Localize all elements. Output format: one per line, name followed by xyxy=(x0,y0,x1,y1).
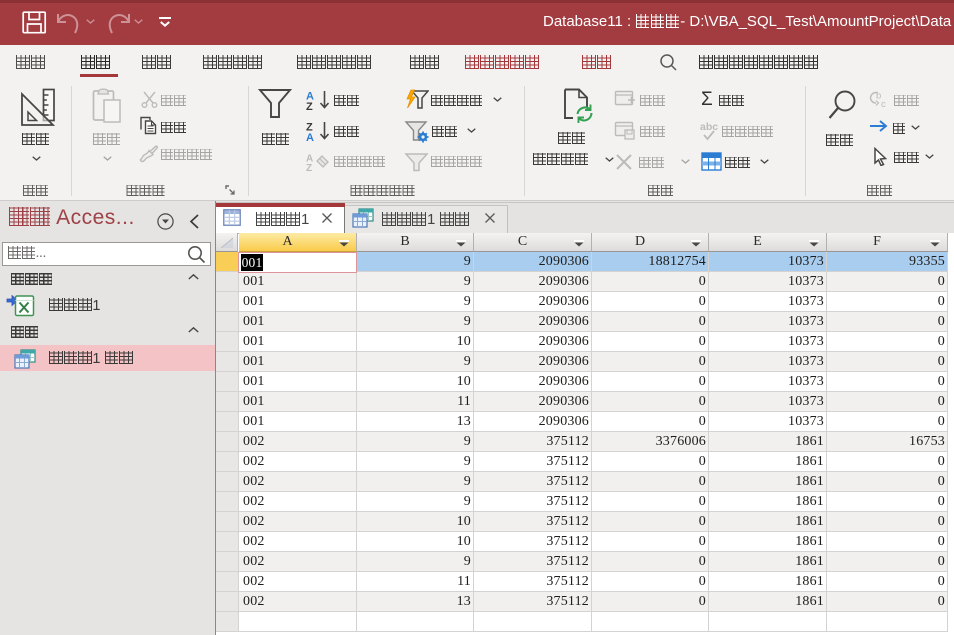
svg-text:abc: abc xyxy=(700,121,718,133)
svg-text:Z: Z xyxy=(306,101,313,111)
svg-text:A: A xyxy=(306,132,314,142)
svg-text:c: c xyxy=(881,99,886,109)
svg-text:Z: Z xyxy=(306,163,312,172)
